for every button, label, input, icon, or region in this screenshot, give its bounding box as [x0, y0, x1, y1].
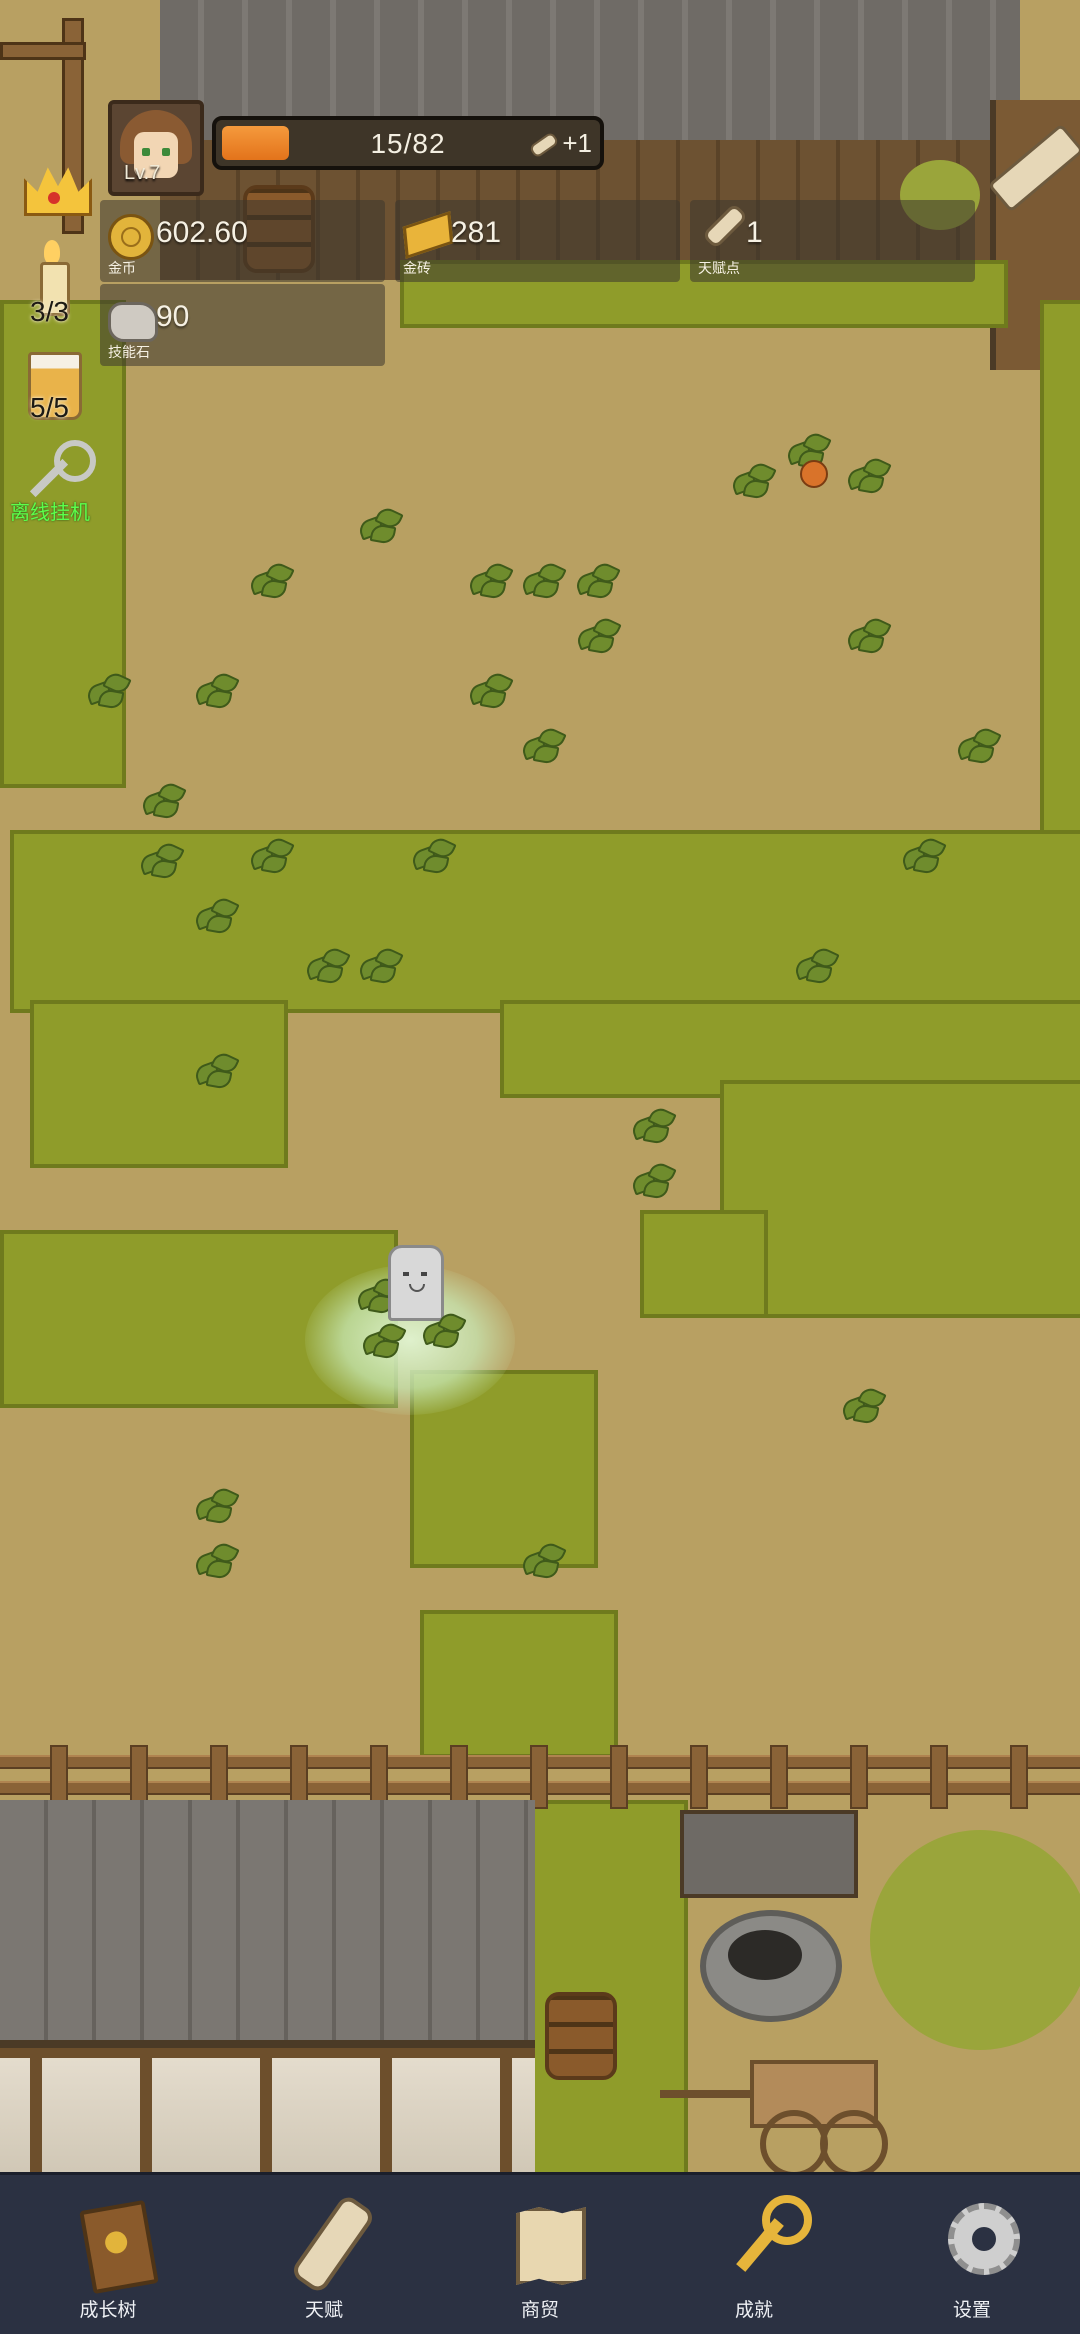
skill-stone-icon — [108, 302, 158, 342]
nav-achievements[interactable]: 成就 — [684, 2195, 824, 2325]
sprout — [629, 1104, 677, 1145]
sprout — [192, 894, 240, 935]
xp-bar: 15/82 +1 — [212, 116, 604, 170]
sprout — [844, 454, 892, 495]
signpost-beam — [0, 42, 86, 60]
talent-point-value: 1 — [746, 216, 763, 249]
sprout — [137, 839, 185, 880]
fence — [0, 1745, 1080, 1809]
grass-patch — [30, 1000, 288, 1168]
bottom-house — [0, 1800, 535, 2172]
sprout — [419, 1309, 467, 1350]
sprout — [192, 1049, 240, 1090]
talent-point-counter[interactable]: 1 天赋点 — [690, 200, 975, 282]
scroll-icon — [289, 2192, 377, 2296]
sprout — [792, 944, 840, 985]
skill-stone-value: 90 — [156, 300, 190, 333]
talent-scroll-icon — [701, 202, 749, 250]
gold-bar-label: 金砖 — [403, 260, 431, 276]
sprout — [192, 669, 240, 710]
grass-patch — [1040, 300, 1080, 868]
grass-patch — [420, 1610, 618, 1758]
sprout — [519, 724, 567, 765]
sprout — [466, 669, 514, 710]
gold-bar-counter[interactable]: 281 金砖 — [395, 200, 680, 282]
talent-point-label: 天赋点 — [698, 260, 740, 276]
nav-settings[interactable]: 设置 — [902, 2195, 1042, 2325]
drink-count: 5/5 — [30, 392, 69, 423]
water-well — [680, 1800, 858, 2030]
nav-trade[interactable]: 商贸 — [470, 2195, 610, 2325]
crown-gem — [48, 192, 60, 204]
sprout — [519, 1539, 567, 1580]
sprout — [839, 1384, 887, 1425]
bottom-nav: 成长树 天赋 商贸 成就 设置 — [0, 2172, 1080, 2334]
book-icon — [79, 2199, 159, 2295]
sprout — [629, 1159, 677, 1200]
barrel — [545, 1992, 617, 2080]
xp-gain-text: +1 — [562, 128, 592, 158]
sprout — [574, 614, 622, 655]
xp-gain: +1 — [528, 128, 592, 159]
nav-growth-tree[interactable]: 成长树 — [38, 2195, 178, 2325]
sprout — [356, 944, 404, 985]
sprout — [899, 834, 947, 875]
nav-label: 成长树 — [79, 2300, 137, 2321]
sprout — [356, 504, 404, 545]
player-eye — [421, 1272, 427, 1276]
gold-bar-value: 281 — [451, 216, 502, 249]
player-eye — [403, 1272, 409, 1276]
nav-label: 天赋 — [304, 2300, 343, 2321]
sprout — [84, 669, 132, 710]
grass-patch — [640, 1210, 768, 1318]
nav-label: 成就 — [734, 2300, 773, 2321]
coin-icon — [108, 214, 154, 260]
player-mouth — [409, 1284, 425, 1292]
nav-talent[interactable]: 天赋 — [254, 2192, 394, 2325]
key-icon — [730, 2195, 812, 2281]
candle-count: 3/3 — [30, 296, 69, 327]
sprout — [844, 614, 892, 655]
gold-coin-label: 金币 — [108, 260, 136, 276]
sprout — [359, 1319, 407, 1360]
gold-coin-counter[interactable]: 602.60 金币 — [100, 200, 385, 282]
sprout — [409, 834, 457, 875]
tree — [870, 1830, 1080, 2050]
skill-stone-counter[interactable]: 90 技能石 — [100, 284, 385, 366]
sprout — [247, 559, 295, 600]
nav-label: 设置 — [952, 2300, 991, 2321]
sprout — [303, 944, 351, 985]
nav-label: 商贸 — [520, 2300, 559, 2321]
sprout — [519, 559, 567, 600]
sprout — [573, 559, 621, 600]
sprout — [192, 1484, 240, 1525]
sprout — [729, 459, 777, 500]
sprout — [139, 779, 187, 820]
flame-icon — [44, 240, 60, 264]
grass-patch — [720, 1080, 1080, 1318]
carrot — [800, 460, 828, 488]
sprout — [192, 1539, 240, 1580]
sprout — [247, 834, 295, 875]
map-icon — [516, 2207, 586, 2285]
gold-coin-value: 602.60 — [156, 216, 248, 249]
sprout — [954, 724, 1002, 765]
wooden-cart — [660, 2050, 890, 2172]
skill-stone-label: 技能石 — [108, 344, 150, 360]
sprout — [466, 559, 514, 600]
gold-bar-icon — [402, 211, 454, 259]
gear-icon — [948, 2203, 1020, 2275]
scroll-icon — [528, 131, 560, 159]
player-level: Lv.7 — [124, 162, 161, 184]
afk-label[interactable]: 离线挂机 — [10, 496, 90, 525]
